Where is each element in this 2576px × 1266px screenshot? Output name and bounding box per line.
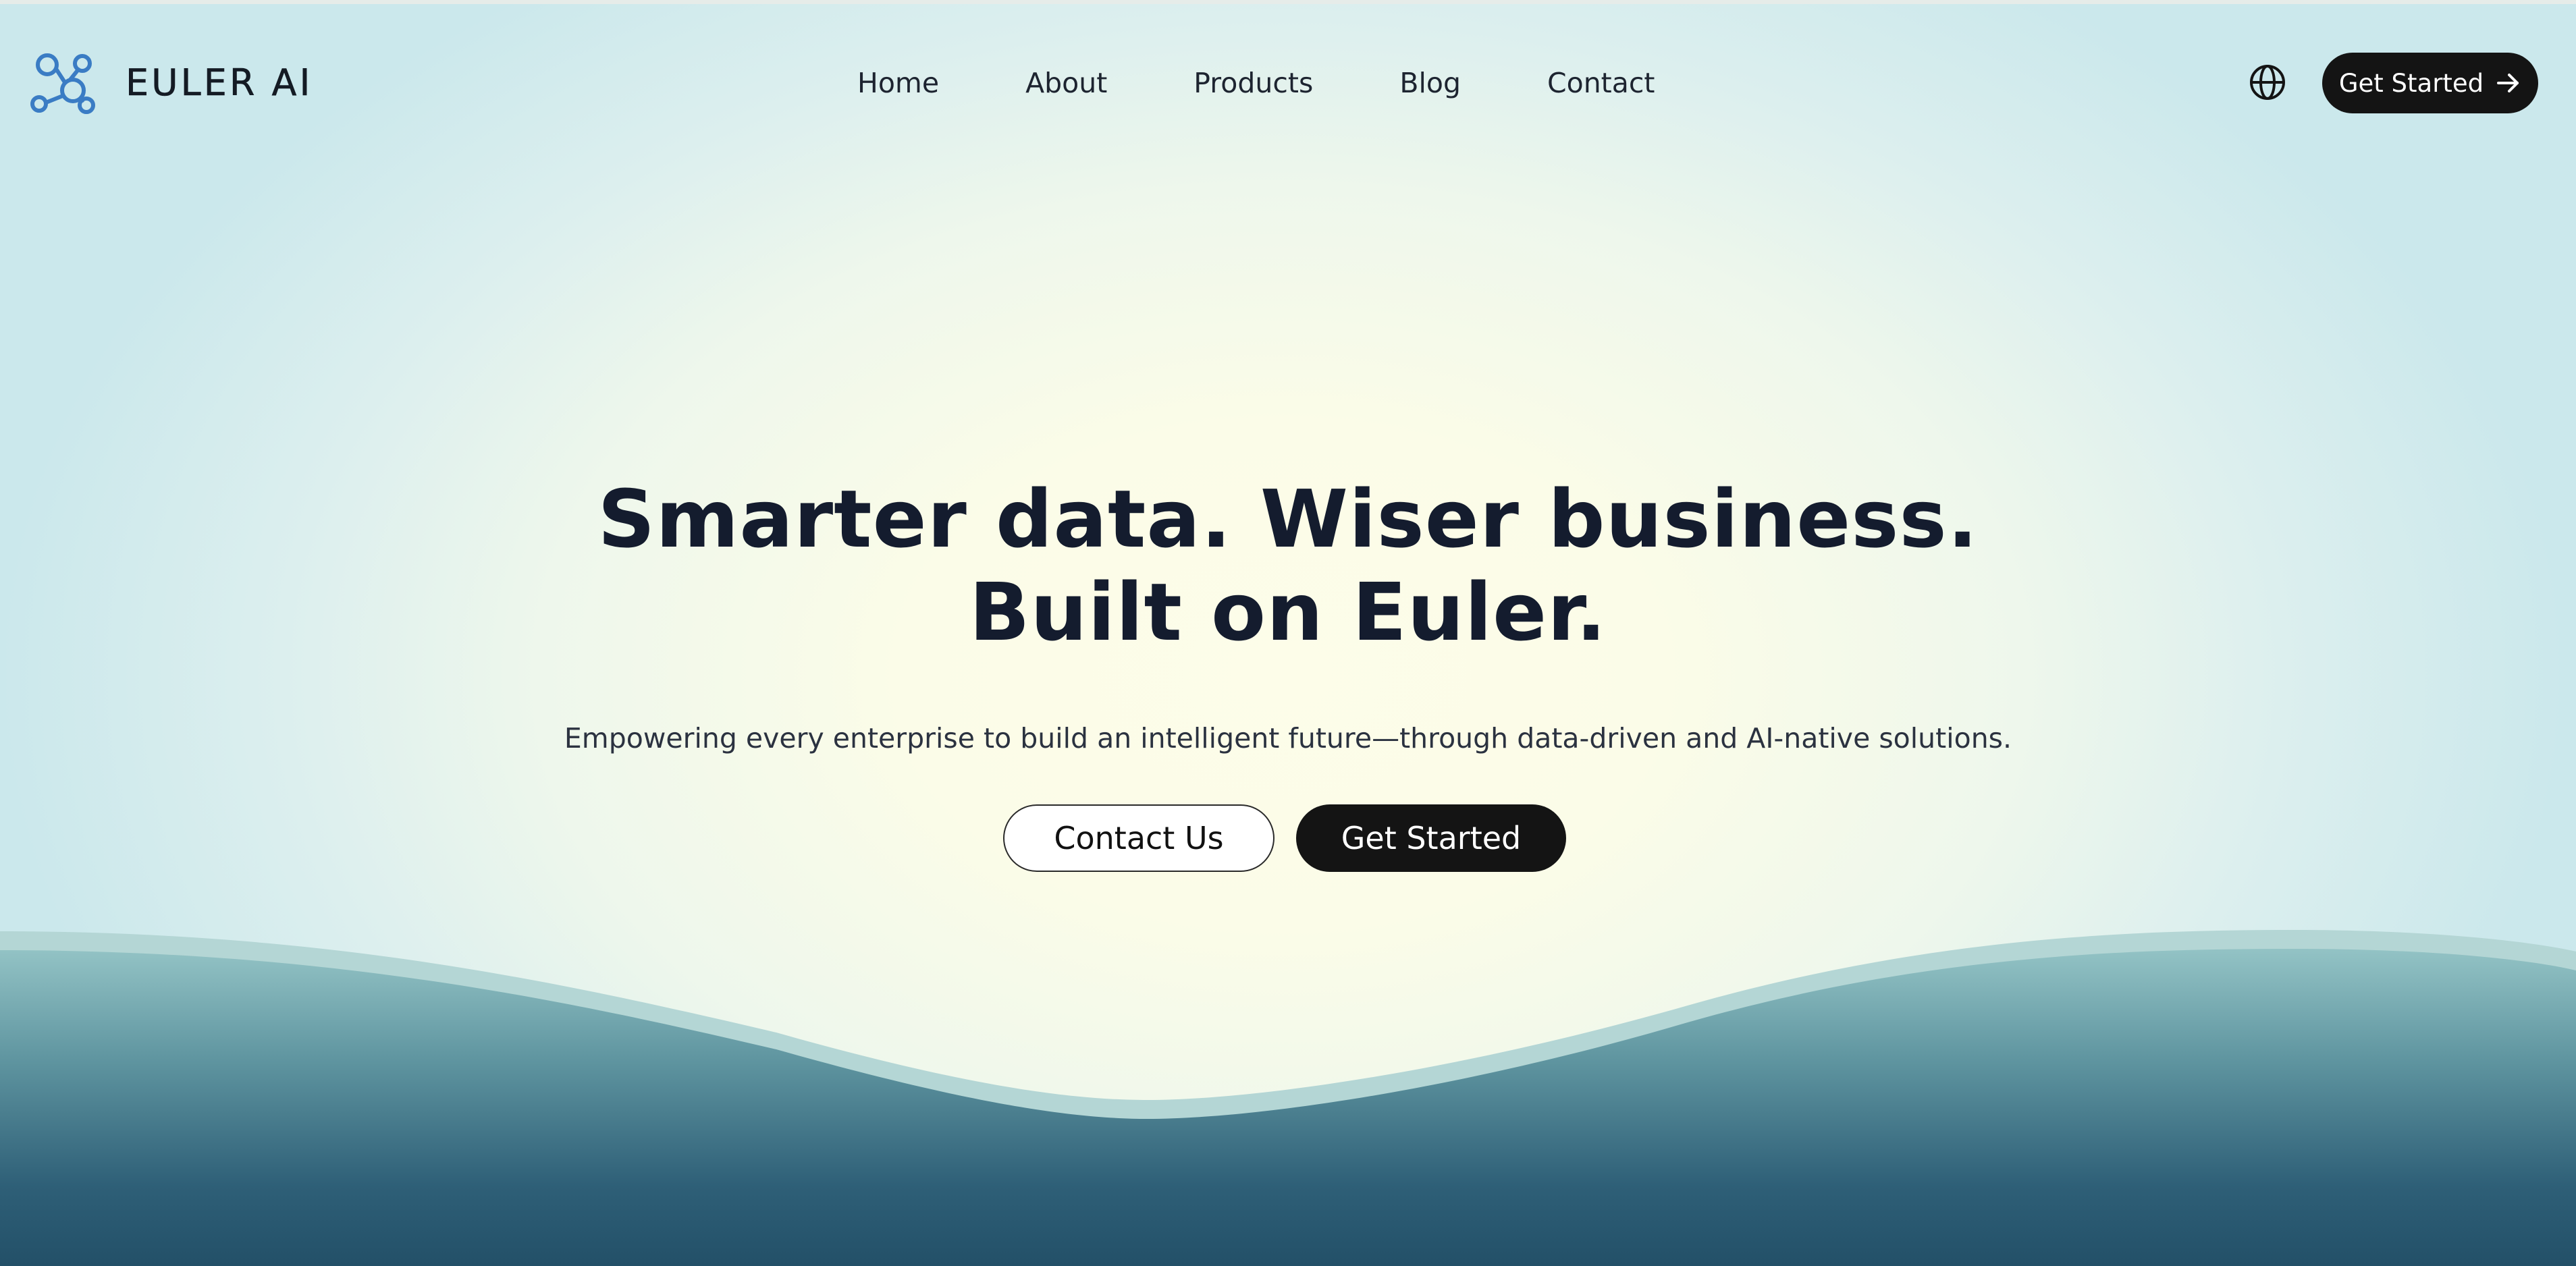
hero-title: Smarter data. Wiser business. Built on E… (0, 472, 2576, 659)
hero-subtitle: Empowering every enterprise to build an … (564, 722, 2012, 754)
hero-actions: Contact Us Get Started (1003, 804, 1566, 872)
nav-home[interactable]: Home (857, 67, 939, 99)
decorative-wave (0, 930, 2576, 1266)
brand-name: EULER AI (126, 61, 313, 104)
hero-title-line1: Smarter data. Wiser business. (597, 472, 1979, 566)
hero-get-started-button[interactable]: Get Started (1296, 804, 1566, 872)
landing-page: EULER AI Home About Products Blog Contac… (0, 0, 2576, 1266)
header-get-started-button[interactable]: Get Started (2322, 53, 2538, 113)
header-get-started-label: Get Started (2338, 68, 2484, 98)
contact-us-button[interactable]: Contact Us (1003, 804, 1274, 872)
site-header: EULER AI Home About Products Blog Contac… (0, 0, 2576, 165)
main-nav: Home About Products Blog Contact (857, 59, 1655, 107)
nav-blog[interactable]: Blog (1399, 67, 1461, 99)
nav-contact[interactable]: Contact (1547, 67, 1655, 99)
arrow-right-icon (2497, 74, 2519, 92)
nav-about[interactable]: About (1025, 67, 1107, 99)
globe-icon[interactable] (2249, 63, 2286, 101)
network-nodes-icon (30, 53, 95, 114)
brand-logo[interactable]: EULER AI (28, 49, 313, 116)
hero-title-line2: Built on Euler. (969, 566, 1607, 659)
nav-products[interactable]: Products (1193, 67, 1313, 99)
